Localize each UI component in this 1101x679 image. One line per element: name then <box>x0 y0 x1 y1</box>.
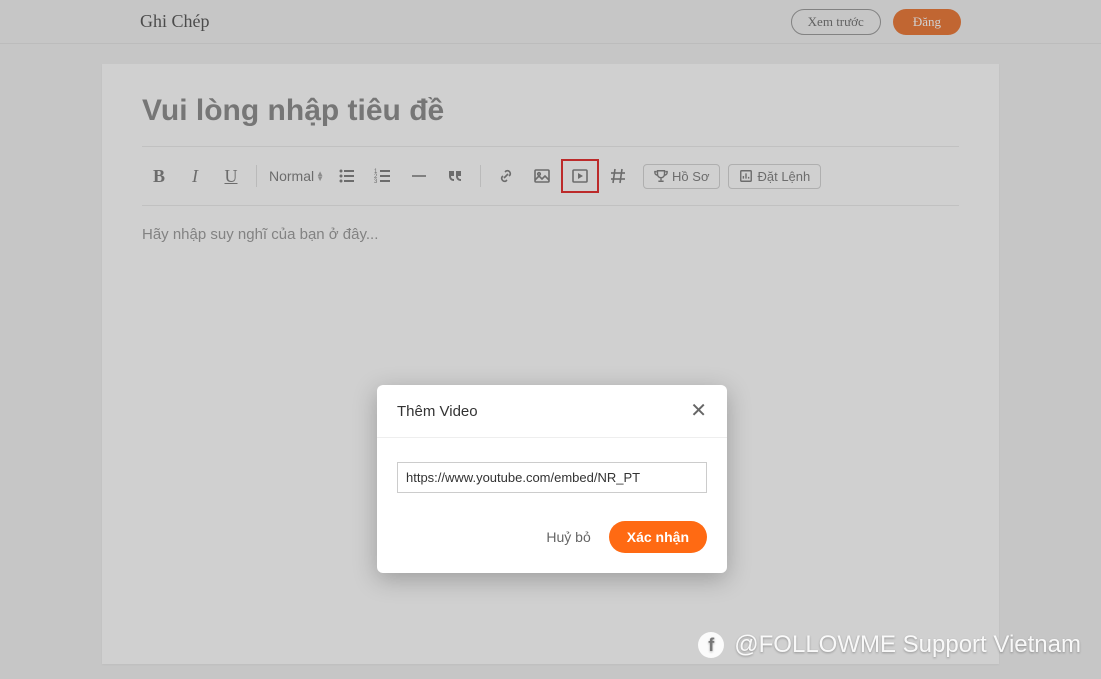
confirm-button[interactable]: Xác nhận <box>609 521 707 553</box>
add-video-modal: Thêm Video ✕ Huỷ bỏ Xác nhận <box>377 385 727 573</box>
facebook-icon: f <box>698 632 724 658</box>
modal-title: Thêm Video <box>397 403 478 420</box>
modal-footer: Huỷ bỏ Xác nhận <box>377 503 727 573</box>
cancel-button[interactable]: Huỷ bỏ <box>546 529 590 545</box>
watermark-text: @FOLLOWME Support Vietnam <box>734 631 1081 659</box>
modal-header: Thêm Video ✕ <box>377 385 727 438</box>
modal-overlay[interactable] <box>0 0 1101 679</box>
modal-body <box>377 438 727 503</box>
watermark: f @FOLLOWME Support Vietnam <box>698 631 1081 659</box>
video-url-input[interactable] <box>397 462 707 493</box>
close-icon[interactable]: ✕ <box>690 401 707 421</box>
